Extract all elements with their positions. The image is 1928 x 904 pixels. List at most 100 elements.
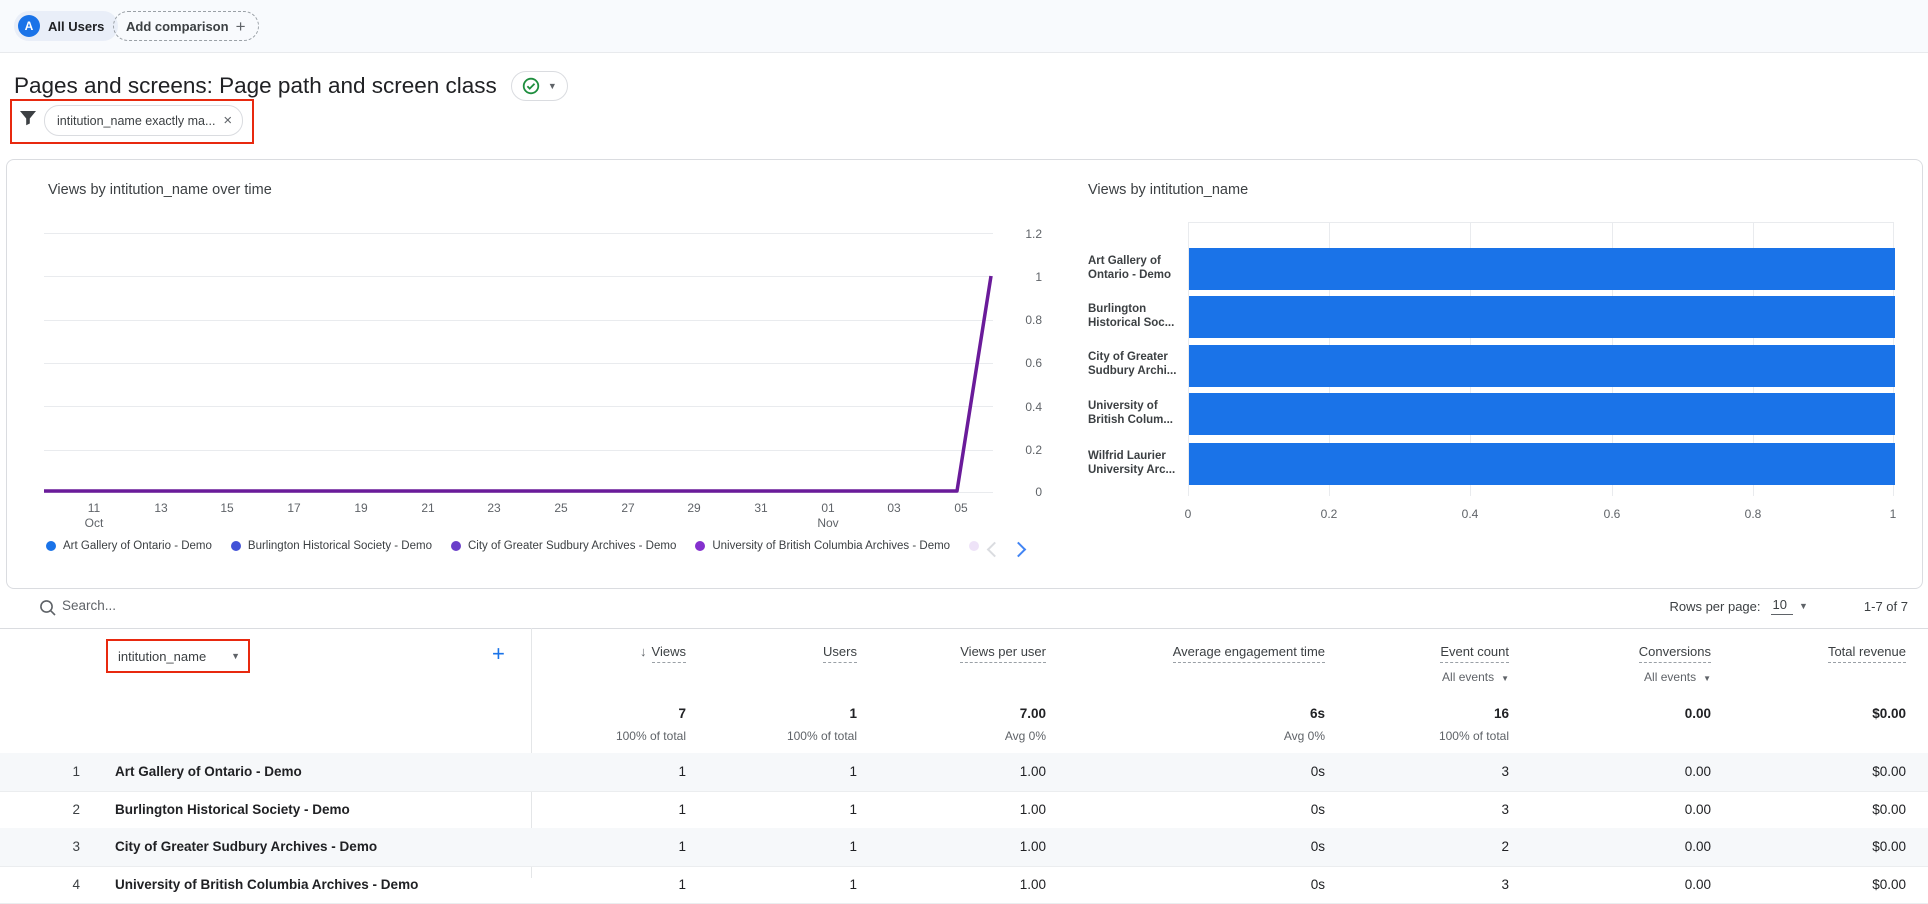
- column-header-event-count[interactable]: Event count: [1440, 644, 1509, 659]
- add-comparison-chip[interactable]: Add comparison +: [113, 11, 259, 41]
- filter-chip[interactable]: intitution_name exactly ma... ×: [44, 105, 243, 136]
- bar-category-label: Art Gallery ofOntario - Demo: [1088, 254, 1186, 282]
- legend-next-icon[interactable]: [1011, 542, 1027, 558]
- plus-icon: +: [236, 18, 246, 35]
- bar: [1189, 443, 1895, 485]
- conversions-filter-dropdown[interactable]: All events▼: [1644, 670, 1711, 684]
- x-tick: 0.6: [1604, 507, 1621, 521]
- table-header: intitution_name ▼ + ↓Views Users Views p…: [0, 628, 1928, 698]
- chevron-down-icon: ▼: [1501, 674, 1509, 683]
- row-dimension-value: Burlington Historical Society - Demo: [115, 791, 350, 828]
- table-row: 4 University of British Columbia Archive…: [0, 866, 1928, 904]
- cell-conversions: 0.00: [1685, 866, 1711, 903]
- dimension-header-dropdown[interactable]: intitution_name ▼: [106, 639, 250, 673]
- total-conversions: 0.00: [1685, 706, 1711, 721]
- all-users-chip[interactable]: A All Users: [14, 11, 118, 41]
- event-count-filter-dropdown[interactable]: All events▼: [1442, 670, 1509, 684]
- legend-dot: [969, 541, 979, 551]
- search-input[interactable]: [60, 597, 484, 614]
- total-sub: Avg 0%: [1284, 729, 1325, 743]
- column-header-conversions[interactable]: Conversions: [1639, 644, 1711, 659]
- cell-avg-engagement: 0s: [1311, 791, 1325, 828]
- add-comparison-label: Add comparison: [126, 19, 229, 34]
- total-views-per-user: 7.00: [1020, 706, 1046, 721]
- legend-dot: [231, 541, 241, 551]
- total-users: 1: [849, 706, 857, 721]
- rows-per-page-select[interactable]: 10: [1771, 597, 1793, 615]
- line-chart-legend: Art Gallery of Ontario - Demo Burlington…: [46, 540, 979, 552]
- line-chart-y-axis: 1.2 1 0.8 0.6 0.4 0.2 0: [1002, 233, 1042, 493]
- total-avg-engagement: 6s: [1310, 706, 1325, 721]
- cell-total-revenue: $0.00: [1872, 753, 1906, 790]
- table-toolbar: Rows per page: 10 ▼ 1-7 of 7: [0, 593, 1928, 627]
- cell-views-per-user: 1.00: [1020, 753, 1046, 790]
- cell-event-count: 3: [1501, 866, 1509, 903]
- filter-funnel-icon: [18, 108, 38, 128]
- table-row: 2 Burlington Historical Society - Demo 1…: [0, 791, 1928, 830]
- cell-views: 1: [678, 791, 686, 828]
- bar: [1189, 345, 1895, 387]
- total-sub: 100% of total: [787, 729, 857, 743]
- bar-category-label: University ofBritish Colum...: [1088, 399, 1186, 427]
- report-status-pill[interactable]: ▼: [511, 71, 568, 101]
- cell-event-count: 3: [1501, 753, 1509, 790]
- cell-event-count: 3: [1501, 791, 1509, 828]
- y-tick: 0: [1035, 486, 1042, 498]
- table-row: 3 City of Greater Sudbury Archives - Dem…: [0, 828, 1928, 867]
- add-column-button[interactable]: +: [492, 641, 505, 667]
- x-tick: 1: [1890, 507, 1897, 521]
- cell-total-revenue: $0.00: [1872, 828, 1906, 865]
- row-dimension-value: University of British Columbia Archives …: [115, 866, 418, 903]
- row-number: 4: [40, 866, 80, 903]
- line-chart-title: Views by intitution_name over time: [48, 182, 272, 198]
- line-chart-x-axis: 11Oct 13 15 17 19 21 23 25 27 29 31 01No…: [44, 501, 993, 535]
- x-tick: 0: [1185, 507, 1192, 521]
- top-bar: A All Users Add comparison +: [0, 0, 1928, 53]
- cell-event-count: 2: [1501, 828, 1509, 865]
- x-tick: 0.2: [1321, 507, 1338, 521]
- bar-category-label: BurlingtonHistorical Soc...: [1088, 302, 1186, 330]
- line-series: [44, 233, 993, 493]
- total-sub: Avg 0%: [1005, 729, 1046, 743]
- chevron-down-icon[interactable]: ▼: [1799, 602, 1808, 611]
- bar-chart-title: Views by intitution_name: [1088, 182, 1248, 198]
- cell-views: 1: [678, 866, 686, 903]
- sort-desc-icon: ↓: [640, 644, 647, 659]
- total-event-count: 16: [1494, 706, 1509, 721]
- y-tick: 1: [1035, 271, 1042, 283]
- y-tick: 0.4: [1025, 401, 1042, 413]
- chevron-down-icon: ▼: [548, 82, 557, 91]
- bar: [1189, 296, 1895, 338]
- close-icon[interactable]: ×: [223, 113, 232, 128]
- rows-per-page-label: Rows per page:: [1669, 599, 1760, 614]
- bar-category-label: Wilfrid LaurierUniversity Arc...: [1088, 449, 1186, 477]
- column-header-views[interactable]: ↓Views: [640, 644, 686, 659]
- cell-total-revenue: $0.00: [1872, 866, 1906, 903]
- column-header-avg-engagement[interactable]: Average engagement time: [1173, 644, 1325, 659]
- bar: [1189, 393, 1895, 435]
- column-header-users[interactable]: Users: [823, 644, 857, 659]
- y-tick: 0.2: [1025, 444, 1042, 456]
- legend-prev-icon[interactable]: [987, 542, 1003, 558]
- x-tick: 0.4: [1462, 507, 1479, 521]
- bar-chart-x-axis: 0 0.2 0.4 0.6 0.8 1: [1188, 507, 1894, 523]
- y-tick: 0.8: [1025, 314, 1042, 326]
- column-header-total-revenue[interactable]: Total revenue: [1828, 644, 1906, 659]
- table-row: 1 Art Gallery of Ontario - Demo 1 1 1.00…: [0, 753, 1928, 792]
- cell-conversions: 0.00: [1685, 791, 1711, 828]
- page-title: Pages and screens: Page path and screen …: [14, 70, 497, 102]
- charts-card: Views by intitution_name over time 1.2 1…: [6, 159, 1923, 589]
- total-sub: 100% of total: [616, 729, 686, 743]
- cell-avg-engagement: 0s: [1311, 828, 1325, 865]
- legend-item: [969, 541, 979, 551]
- all-users-label: All Users: [48, 19, 104, 34]
- bar: [1189, 248, 1895, 290]
- chevron-down-icon: ▼: [231, 652, 240, 661]
- total-views: 7: [678, 706, 686, 721]
- legend-dot: [46, 541, 56, 551]
- cell-users: 1: [849, 753, 857, 790]
- column-header-views-per-user[interactable]: Views per user: [960, 644, 1046, 659]
- legend-item: City of Greater Sudbury Archives - Demo: [451, 540, 676, 552]
- cell-users: 1: [849, 828, 857, 865]
- cell-avg-engagement: 0s: [1311, 866, 1325, 903]
